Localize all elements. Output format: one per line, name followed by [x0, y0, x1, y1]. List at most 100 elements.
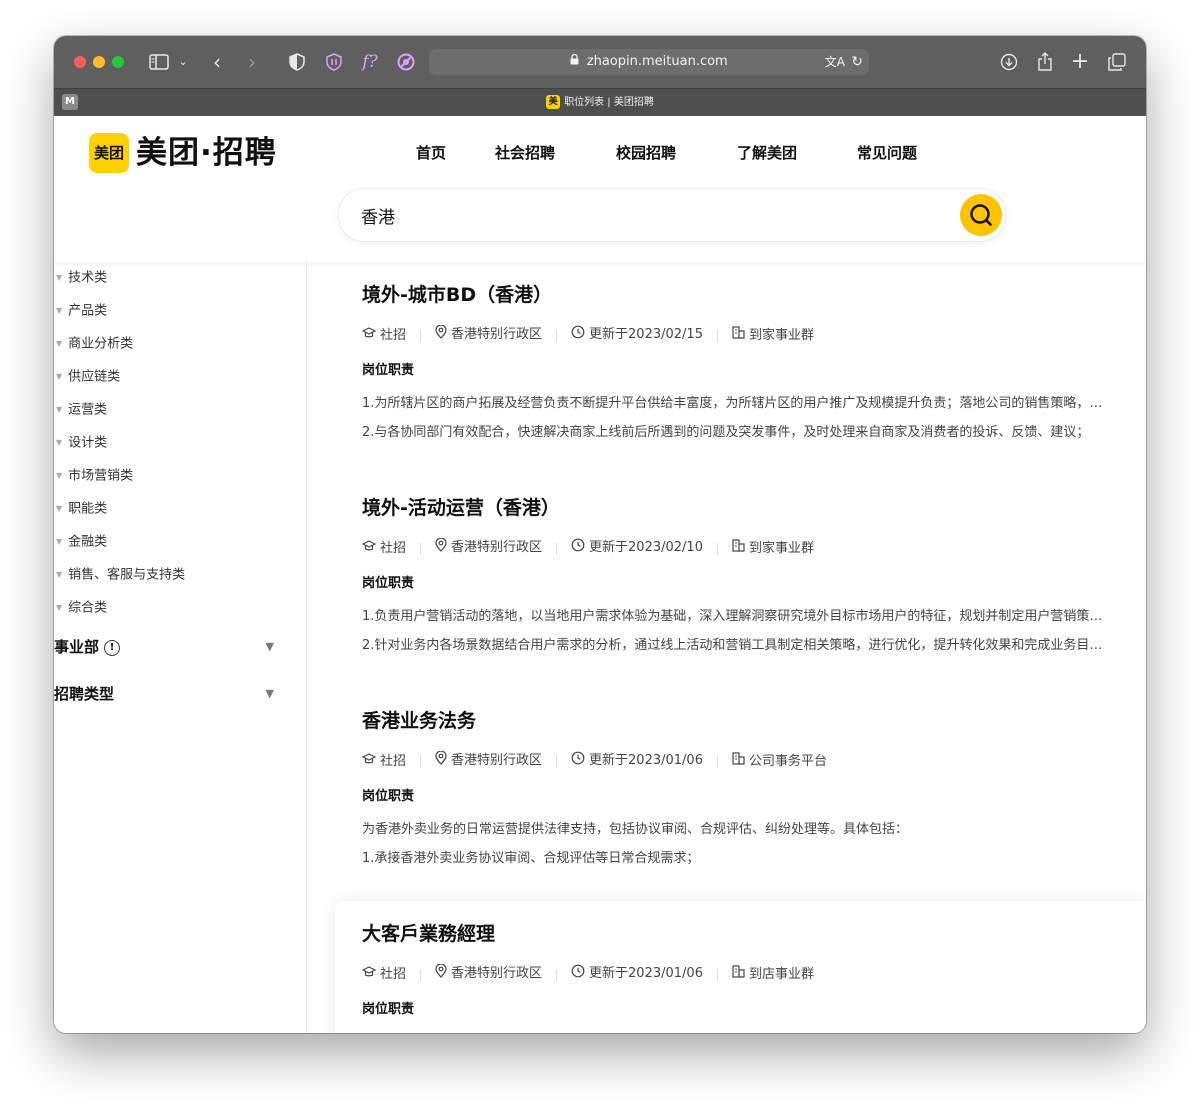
- building-icon: [732, 752, 749, 771]
- category-label: 供应链类: [68, 369, 121, 385]
- meta-divider: [556, 329, 558, 342]
- category-label: 金融类: [68, 534, 108, 550]
- sidebar-toggle-icon[interactable]: [148, 50, 170, 74]
- category-item[interactable]: ▼ 金融类: [56, 533, 107, 552]
- nav-campus-recruitment[interactable]: 校园招聘: [616, 142, 676, 164]
- job-meta: 社招 香港特别行政区 更新于2023/01/06 到店事业群: [361, 963, 814, 984]
- responsibility-line: 为香港外卖业务的日常运营提供法律支持，包括协议审阅、合规评估、纠纷处理等。具体包…: [362, 822, 909, 837]
- job-title[interactable]: 境外-活动运营（香港）: [362, 495, 560, 521]
- logo-badge[interactable]: 美团: [89, 133, 129, 173]
- category-item[interactable]: ▼ 销售、客服与支持类: [56, 566, 185, 585]
- building-icon: [732, 539, 749, 558]
- job-meta-type: 社招: [361, 753, 406, 771]
- caret-down-icon: ▼: [56, 570, 63, 579]
- caret-down-icon: ▼: [56, 405, 63, 414]
- clock-icon: [571, 751, 589, 771]
- category-label: 运营类: [68, 402, 108, 418]
- search-box: [338, 188, 1006, 242]
- back-icon[interactable]: ‹: [207, 50, 227, 74]
- graduation-cap-icon: [361, 540, 380, 558]
- graduation-cap-icon: [361, 753, 380, 771]
- caret-down-icon: ▼: [56, 471, 63, 480]
- tab-bar: M 美职位列表 | 美团招聘: [54, 88, 1146, 117]
- chevron-down-icon[interactable]: ▼: [266, 636, 274, 658]
- forward-icon[interactable]: ›: [242, 50, 262, 74]
- meta-text: 到家事业群: [748, 327, 814, 343]
- category-item[interactable]: ▼ 商业分析类: [56, 335, 133, 354]
- responsibilities-label: 岗位职责: [362, 1002, 415, 1017]
- job-title[interactable]: 境外-城市BD（香港）: [362, 282, 552, 308]
- category-label: 技术类: [68, 270, 108, 286]
- logo-text[interactable]: 美团·招聘: [136, 132, 277, 174]
- translate-icon[interactable]: 文A: [825, 49, 845, 75]
- reload-icon[interactable]: ↻: [851, 49, 863, 75]
- nav-home[interactable]: 首页: [416, 142, 446, 164]
- location-pin-icon: [435, 963, 451, 984]
- category-item[interactable]: ▼ 设计类: [56, 434, 107, 453]
- filter-group-label: 事业部: [54, 638, 100, 656]
- nav-faq[interactable]: 常见问题: [857, 142, 917, 164]
- meta-text: 更新于2023/02/15: [589, 327, 703, 342]
- category-item[interactable]: ▼ 职能类: [56, 500, 107, 519]
- job-meta-updated: 更新于2023/02/15: [571, 325, 703, 345]
- tab-overview-icon[interactable]: [1107, 50, 1127, 74]
- meta-divider: [420, 329, 422, 342]
- caret-down-icon: ▼: [56, 603, 63, 612]
- nav-about-meituan[interactable]: 了解美团: [737, 142, 797, 164]
- job-title[interactable]: 香港业务法务: [362, 708, 476, 734]
- category-item[interactable]: ▼ 供应链类: [56, 368, 120, 387]
- job-meta: 社招 香港特别行政区 更新于2023/02/10 到家事业群: [361, 537, 814, 558]
- caret-down-icon: ▼: [56, 504, 63, 513]
- job-title[interactable]: 大客戶業務經理: [362, 921, 495, 947]
- privacy-shield-icon[interactable]: [287, 50, 307, 74]
- job-card[interactable]: 香港业务法务 社招 香港特别行政区 更新于2023/01/06 公司事务平台 岗位职责 为香…: [335, 688, 1146, 888]
- job-card[interactable]: 大客戶業務經理 社招 香港特别行政区 更新于2023/01/06 到店事业群 岗位职责: [335, 901, 1146, 1033]
- job-meta-location: 香港特别行政区: [435, 963, 543, 984]
- active-tab[interactable]: 美职位列表 | 美团招聘: [54, 95, 1146, 111]
- meta-divider: [556, 542, 558, 555]
- meta-text: 香港特别行政区: [451, 966, 543, 981]
- job-meta-location: 香港特别行政区: [435, 750, 543, 771]
- category-item[interactable]: ▼ 市场营销类: [56, 467, 133, 486]
- close-window-button[interactable]: [74, 56, 86, 68]
- minimize-window-button[interactable]: [93, 56, 105, 68]
- location-pin-icon: [435, 324, 451, 345]
- extension-shield-icon[interactable]: [324, 50, 344, 74]
- job-meta: 社招 香港特别行政区 更新于2023/01/06 公司事务平台: [361, 750, 827, 771]
- zoom-window-button[interactable]: [112, 56, 124, 68]
- chevron-down-icon[interactable]: ⌄: [176, 50, 190, 74]
- filter-group-business-unit[interactable]: 事业部! ▼: [54, 636, 274, 658]
- share-icon[interactable]: [1035, 50, 1055, 74]
- info-icon[interactable]: !: [104, 639, 121, 656]
- category-item[interactable]: ▼ 综合类: [56, 599, 107, 618]
- category-label: 商业分析类: [68, 336, 134, 352]
- search-input[interactable]: [361, 201, 921, 229]
- job-meta-updated: 更新于2023/01/06: [571, 751, 703, 771]
- chevron-down-icon[interactable]: ▼: [266, 683, 274, 705]
- job-card[interactable]: 境外-城市BD（香港） 社招 香港特别行政区 更新于2023/02/15 到家事业群 岗位…: [335, 262, 1146, 462]
- address-bar[interactable]: zhaopin.meituan.com 文A ↻: [429, 49, 869, 75]
- filter-group-recruitment-type[interactable]: 招聘类型 ▼: [54, 683, 274, 705]
- category-item[interactable]: ▼ 产品类: [56, 302, 107, 321]
- meta-text: 社招: [380, 328, 407, 343]
- category-label: 设计类: [68, 435, 108, 451]
- category-item[interactable]: ▼ 技术类: [56, 269, 107, 288]
- meta-divider: [556, 755, 558, 768]
- new-tab-icon[interactable]: +: [1070, 50, 1090, 74]
- responsibility-line: 1.负责用户营销活动的落地，以当地用户需求体验为基础，深入理解洞察研究境外目标市…: [362, 609, 1108, 624]
- job-card[interactable]: 境外-活动运营（香港） 社招 香港特别行政区 更新于2023/02/10 到家事业群 岗位…: [335, 475, 1146, 675]
- blocker-extension-icon[interactable]: [395, 50, 417, 74]
- font-extension-icon[interactable]: f?: [359, 50, 381, 74]
- category-label: 综合类: [68, 600, 108, 616]
- category-item[interactable]: ▼ 运营类: [56, 401, 107, 420]
- downloads-icon[interactable]: [999, 50, 1019, 74]
- search-button[interactable]: [960, 194, 1002, 236]
- responsibility-line: 2.针对业务内各场景数据结合用户需求的分析，通过线上活动和营销工具制定相关策略，…: [362, 638, 1108, 653]
- job-meta-updated: 更新于2023/02/10: [571, 538, 703, 558]
- category-label: 产品类: [68, 303, 108, 319]
- meta-text: 社招: [380, 967, 407, 982]
- page-content: 美团 美团·招聘 首页 社会招聘 校园招聘 了解美团 常见问题 ▼ 技术类 ▼ 产品类…: [54, 116, 1146, 1033]
- meta-text: 香港特别行政区: [451, 753, 543, 768]
- nav-social-recruitment[interactable]: 社会招聘: [495, 142, 555, 164]
- meta-text: 到家事业群: [748, 540, 814, 556]
